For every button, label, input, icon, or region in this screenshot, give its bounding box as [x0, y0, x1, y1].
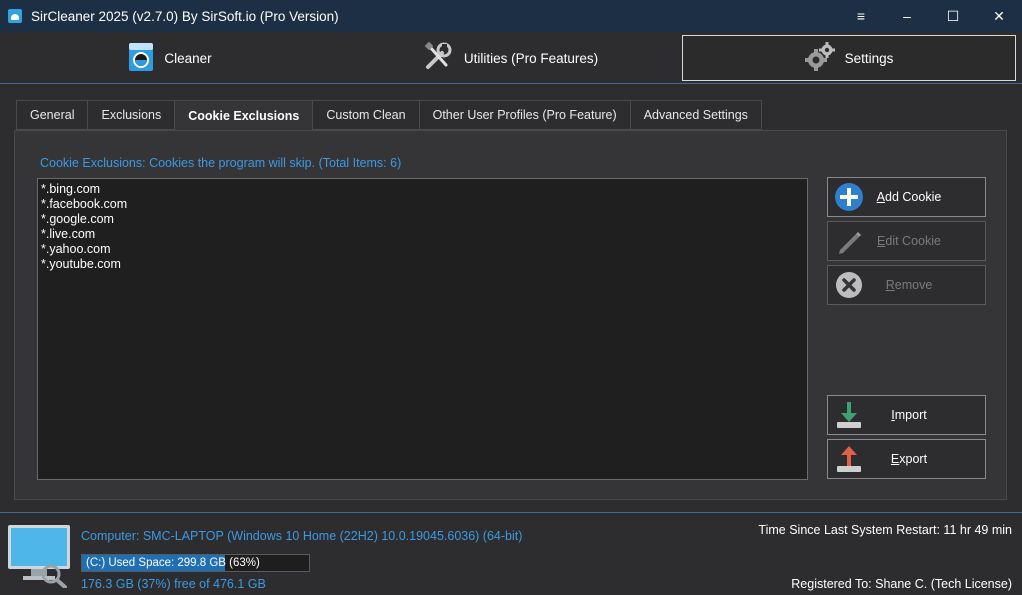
tab-label: Cleaner [164, 50, 212, 66]
menu-icon[interactable]: ≡ [838, 0, 884, 32]
tab-cleaner[interactable]: Cleaner [0, 35, 340, 81]
tab-settings[interactable]: Settings [682, 35, 1016, 81]
button-label-rest: mport [894, 408, 927, 422]
button-label: Add Cookie [865, 190, 953, 204]
add-cookie-button[interactable]: Add Cookie [827, 177, 986, 217]
subtab-cookie-exclusions[interactable]: Cookie Exclusions [174, 100, 313, 131]
subtab-label: Custom Clean [326, 108, 406, 122]
subtab-label: General [30, 108, 75, 122]
tab-label: Settings [844, 50, 894, 66]
button-label: Export [865, 452, 953, 466]
computer-monitor-icon [7, 524, 73, 591]
tab-label: Utilities (Pro Features) [463, 50, 599, 66]
button-label: Remove [865, 278, 953, 292]
upload-arrow-icon [833, 443, 865, 475]
button-label: Edit Cookie [865, 234, 953, 248]
list-item[interactable]: *.google.com [41, 212, 804, 227]
button-label: Import [865, 408, 953, 422]
button-mnemonic: A [876, 190, 886, 204]
list-item[interactable]: *.yahoo.com [41, 242, 804, 257]
cookie-exclusions-caption: Cookie Exclusions: Cookies the program w… [40, 156, 402, 170]
subtab-label: Other User Profiles (Pro Feature) [432, 108, 617, 122]
subtab-exclusions[interactable]: Exclusions [87, 100, 175, 130]
export-button[interactable]: Export [827, 439, 986, 479]
cookie-exclusions-list[interactable]: *.bing.com *.facebook.com *.google.com *… [37, 178, 808, 480]
subtab-custom-clean[interactable]: Custom Clean [312, 100, 419, 130]
window-controls: ≡ – ☐ ✕ [838, 0, 1022, 32]
import-button[interactable]: Import [827, 395, 986, 435]
window-title: SirCleaner 2025 (v2.7.0) By SirSoft.io (… [31, 8, 339, 24]
edit-cookie-button[interactable]: Edit Cookie [827, 221, 986, 261]
cookie-exclusions-body: Cookie Exclusions: Cookies the program w… [14, 130, 1007, 500]
disk-usage-bar: (C:) Used Space: 299.8 GB (63%) [81, 554, 310, 572]
button-label-rest: xport [899, 452, 928, 466]
list-item[interactable]: *.live.com [41, 227, 804, 242]
pencil-icon [833, 225, 865, 257]
subtab-other-user-profiles[interactable]: Other User Profiles (Pro Feature) [418, 100, 630, 130]
settings-panel: General Exclusions Cookie Exclusions Cus… [14, 100, 1007, 500]
button-label-rest: dd Cookie [885, 190, 942, 204]
close-button[interactable]: ✕ [976, 0, 1022, 32]
remove-button[interactable]: Remove [827, 265, 986, 305]
subtab-label: Cookie Exclusions [188, 108, 300, 123]
gears-icon [804, 41, 835, 75]
button-mnemonic: E [890, 452, 900, 466]
subtab-general[interactable]: General [16, 100, 88, 130]
button-label-rest: emove [894, 278, 933, 292]
download-arrow-icon [833, 399, 865, 431]
minimize-button[interactable]: – [884, 0, 930, 32]
settings-subtabs: General Exclusions Cookie Exclusions Cus… [16, 100, 762, 131]
tab-utilities[interactable]: Utilities (Pro Features) [340, 35, 680, 81]
subtab-label: Advanced Settings [643, 108, 748, 122]
list-item[interactable]: *.youtube.com [41, 257, 804, 272]
computer-info: Computer: SMC-LAPTOP (Windows 10 Home (2… [81, 529, 523, 543]
plus-circle-icon [833, 181, 865, 213]
app-icon [8, 9, 22, 23]
subtab-advanced-settings[interactable]: Advanced Settings [629, 100, 762, 130]
status-footer: Computer: SMC-LAPTOP (Windows 10 Home (2… [0, 512, 1022, 595]
button-label-rest: dit Cookie [885, 234, 941, 248]
list-item[interactable]: *.facebook.com [41, 197, 804, 212]
list-item[interactable]: *.bing.com [41, 182, 804, 197]
washing-machine-icon [128, 42, 154, 75]
x-circle-icon [833, 269, 865, 301]
restart-time: Time Since Last System Restart: 11 hr 49… [758, 523, 1012, 537]
registration-info: Registered To: Shane C. (Tech License) [791, 577, 1012, 591]
wrench-screwdriver-icon [422, 41, 454, 76]
maximize-button[interactable]: ☐ [930, 0, 976, 32]
title-bar: SirCleaner 2025 (v2.7.0) By SirSoft.io (… [0, 0, 1022, 32]
disk-free-text: 176.3 GB (37%) free of 476.1 GB [81, 577, 266, 591]
subtab-label: Exclusions [101, 108, 162, 122]
main-tabs: Cleaner Utilities (Pro Features) Setting… [0, 32, 1022, 84]
button-mnemonic: R [885, 278, 895, 292]
disk-used-text: (C:) Used Space: 299.8 GB (63%) [86, 557, 260, 569]
